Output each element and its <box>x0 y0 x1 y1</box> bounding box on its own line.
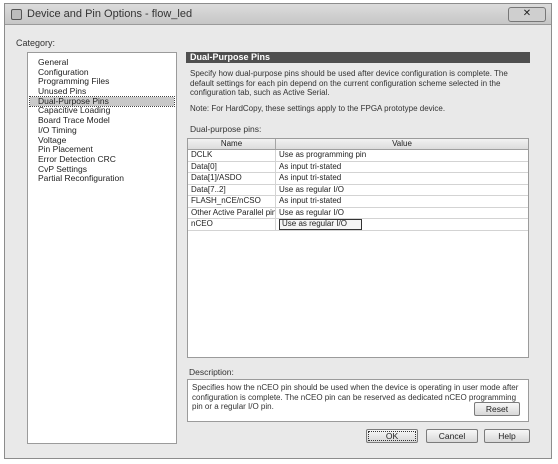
pin-name-cell: Data[0] <box>188 161 276 172</box>
table-header: Name Value <box>188 139 528 150</box>
pin-value-cell[interactable]: As input tri-stated <box>276 173 528 184</box>
help-button[interactable]: Help <box>484 429 530 443</box>
column-header-name[interactable]: Name <box>188 139 276 149</box>
pin-name-cell: Other Active Parallel pins <box>188 207 276 218</box>
window-title: Device and Pin Options - flow_led <box>27 8 193 20</box>
pin-name-cell: FLASH_nCE/nCSO <box>188 196 276 207</box>
pin-name-cell: Data[1]/ASDO <box>188 173 276 184</box>
category-tree[interactable]: General Configuration Programming Files Unu… <box>27 52 177 444</box>
pin-value-cell[interactable]: Use as regular I/O <box>276 185 528 196</box>
category-item[interactable]: Partial Reconfiguration <box>28 174 176 184</box>
pin-name-cell: Data[7..2] <box>188 184 276 195</box>
pin-value-cell[interactable]: Use as regular I/O <box>276 219 528 230</box>
pin-name-cell: nCEO <box>188 219 276 230</box>
section-header: Dual-Purpose Pins <box>186 52 530 63</box>
pin-value-cell[interactable]: As input tri-stated <box>276 196 528 207</box>
cancel-button[interactable]: Cancel <box>426 429 478 443</box>
table-row[interactable]: Data[0] As input tri-stated <box>188 161 528 173</box>
table-row[interactable]: Data[1]/ASDO As input tri-stated <box>188 173 528 185</box>
close-button[interactable]: ✕ <box>508 7 546 22</box>
table-row[interactable]: Data[7..2] Use as regular I/O <box>188 184 528 196</box>
app-icon <box>11 9 22 20</box>
table-body: DCLK Use as programming pin Data[0] As inpu… <box>188 150 528 231</box>
title-bar: Device and Pin Options - flow_led ✕ <box>5 4 551 25</box>
table-row[interactable]: Other Active Parallel pins Use as regular… <box>188 207 528 219</box>
table-row[interactable]: DCLK Use as programming pin <box>188 150 528 162</box>
reset-button[interactable]: Reset <box>474 402 520 416</box>
category-label: Category: <box>16 38 56 48</box>
panel-description: Specify how dual-purpose pins should be … <box>190 69 508 98</box>
pin-value-cell[interactable]: Use as programming pin <box>276 150 528 161</box>
dual-purpose-pins-label: Dual-purpose pins: <box>190 124 262 134</box>
pin-value-cell[interactable]: Use as regular I/O <box>276 208 528 219</box>
hardcopy-note: Note: For HardCopy, these settings apply… <box>190 104 446 113</box>
ok-button[interactable]: OK <box>366 429 418 443</box>
description-label: Description: <box>189 367 234 377</box>
pin-value-cell[interactable]: As input tri-stated <box>276 162 528 173</box>
pin-table: Name Value DCLK Use as programming pin Dat… <box>187 138 529 358</box>
column-header-value[interactable]: Value <box>276 139 528 149</box>
pin-name-cell: DCLK <box>188 150 276 161</box>
content-panel: Dual-Purpose Pins Specify how dual-purpo… <box>186 52 530 422</box>
table-row[interactable]: nCEO Use as regular I/O <box>188 219 528 231</box>
value-dropdown[interactable]: Use as regular I/O <box>279 219 362 230</box>
table-row[interactable]: FLASH_nCE/nCSO As input tri-stated <box>188 196 528 208</box>
